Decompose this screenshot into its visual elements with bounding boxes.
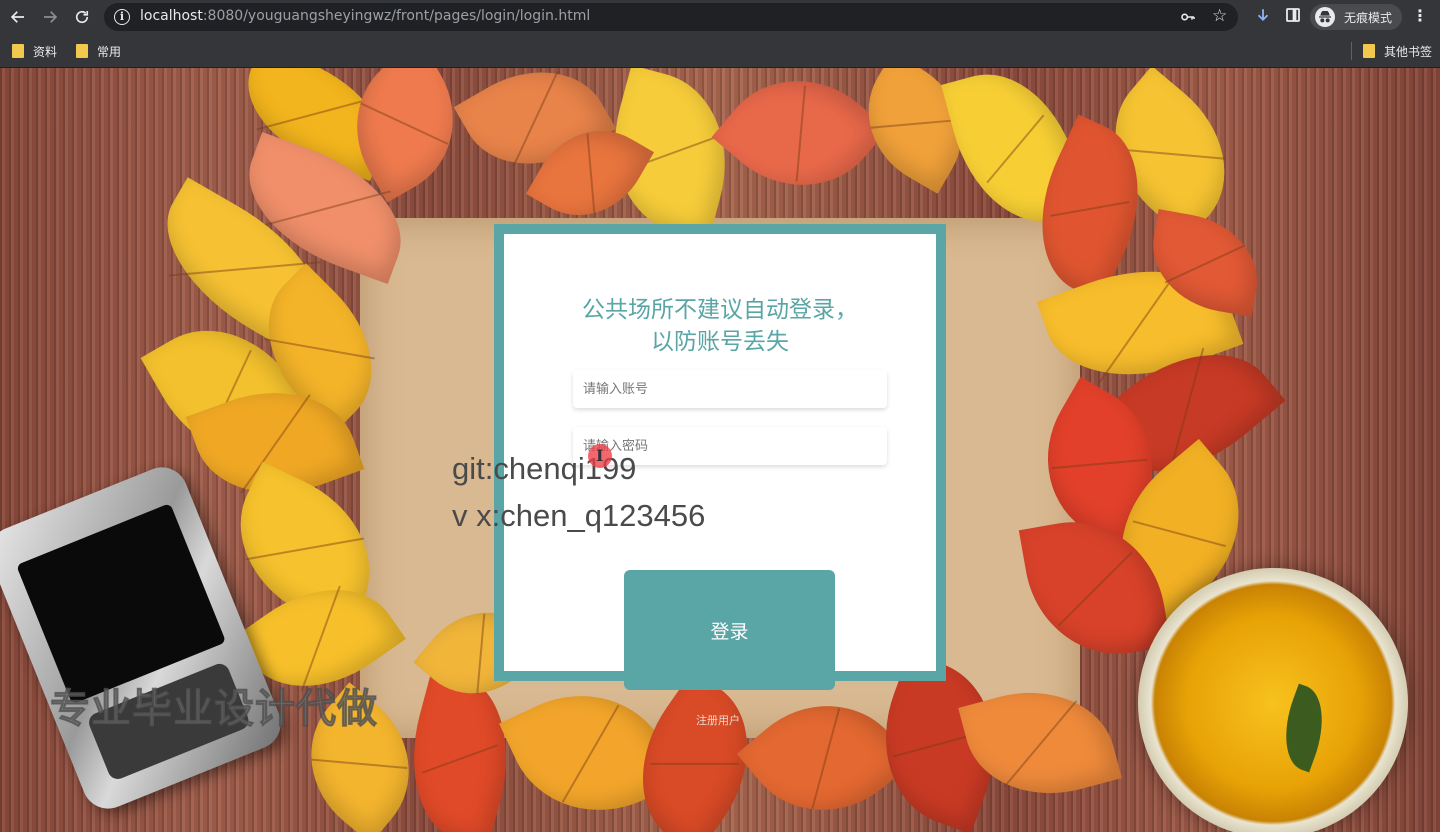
forward-arrow-icon[interactable] — [37, 4, 63, 30]
download-icon[interactable] — [1254, 6, 1272, 30]
login-title-line-2: 以防账号丢失 — [651, 329, 789, 355]
key-icon[interactable] — [1180, 9, 1196, 29]
url-text[interactable]: localhost:8080/youguangsheyingwz/front/p… — [140, 8, 590, 24]
login-title-line-1: 公共场所不建议自动登录， — [582, 297, 858, 323]
watermark-text: 专业毕业设计代做 — [50, 686, 378, 733]
folder-icon — [12, 44, 24, 58]
bookmark-star-icon[interactable]: ☆ — [1212, 6, 1227, 26]
other-bookmarks-folder[interactable]: 其他书签 — [1363, 42, 1432, 60]
bookmarks-separator — [1351, 42, 1352, 60]
login-title: 公共场所不建议自动登录， 以防账号丢失 — [504, 294, 936, 358]
side-panel-icon[interactable] — [1284, 6, 1302, 28]
bookmark-folder-changyong[interactable]: 常用 — [76, 42, 121, 60]
site-info-icon[interactable]: i — [114, 9, 130, 25]
tea-cup-decoration — [1138, 568, 1408, 832]
page-viewport: 专业毕业设计代做 公共场所不建议自动登录， 以防账号丢失 登录 注册用户 git… — [0, 68, 1440, 832]
username-input[interactable] — [573, 370, 887, 408]
bookmark-folder-ziliao[interactable]: 资料 — [12, 42, 57, 60]
bookmarks-bar: 资料 常用 其他书签 — [0, 34, 1440, 68]
more-menu-icon[interactable]: ⋮ — [1412, 6, 1428, 25]
folder-icon — [1363, 44, 1375, 58]
text-cursor-icon — [588, 444, 612, 468]
incognito-label: 无痕模式 — [1344, 11, 1393, 25]
browser-toolbar: i localhost:8080/youguangsheyingwz/front… — [0, 0, 1440, 34]
bookmark-label: 常用 — [97, 44, 122, 59]
bookmark-label: 资料 — [33, 44, 58, 59]
incognito-badge[interactable]: 无痕模式 — [1310, 4, 1402, 30]
folder-icon — [76, 44, 88, 58]
wechat-contact-overlay: v x:chen_q123456 — [452, 498, 706, 533]
back-arrow-icon[interactable] — [5, 4, 31, 30]
reload-icon[interactable] — [69, 4, 95, 30]
address-bar[interactable]: i localhost:8080/youguangsheyingwz/front… — [104, 3, 1238, 31]
login-button[interactable]: 登录 — [624, 570, 835, 690]
register-link[interactable]: 注册用户 — [696, 712, 740, 728]
incognito-icon — [1315, 7, 1335, 27]
other-bookmarks-label: 其他书签 — [1384, 44, 1433, 59]
